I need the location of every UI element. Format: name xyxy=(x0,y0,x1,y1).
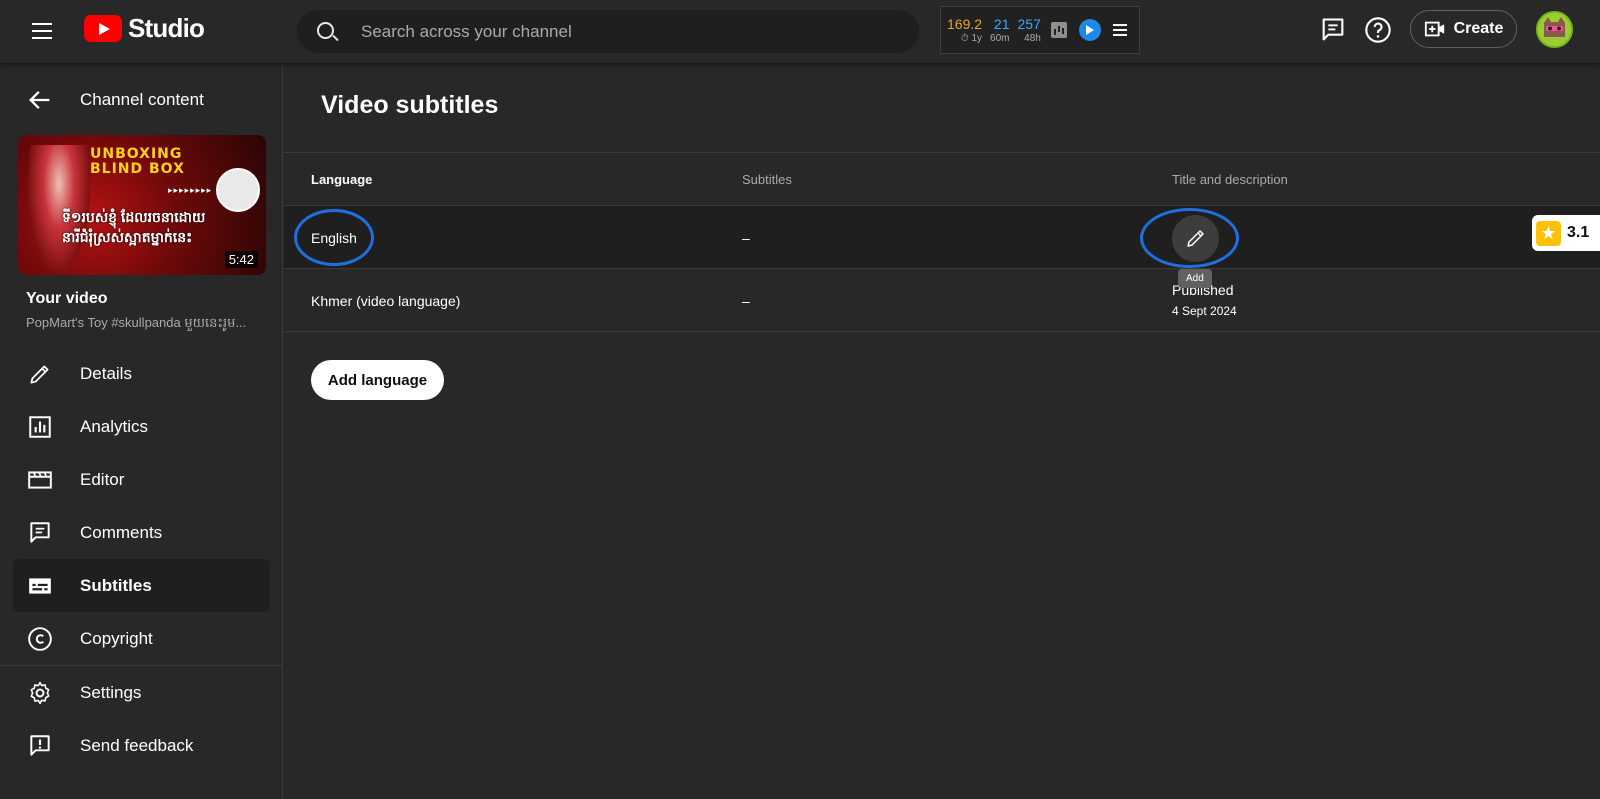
studio-logo[interactable]: Studio xyxy=(84,13,205,44)
row-subtitles-value[interactable]: – xyxy=(742,230,750,246)
sidebar-item-label: Editor xyxy=(80,469,125,489)
sidebar-item-details[interactable]: Details xyxy=(0,347,283,400)
video-thumbnail[interactable]: UNBOXING BLIND BOX ▸▸▸▸▸▸▸▸ ទី១របស់ខ្ញុំ … xyxy=(18,135,266,275)
stats-widget[interactable]: 169.2 ⏱ 1y 21 60m 257 48h xyxy=(940,6,1140,54)
extension-icon[interactable] xyxy=(1078,19,1101,41)
stat-48h: 257 48h xyxy=(1018,16,1041,45)
stat-value: 169.2 xyxy=(947,15,983,32)
create-label: Create xyxy=(1453,20,1504,37)
youtube-play-icon xyxy=(84,15,122,42)
row-subtitles-value[interactable]: – xyxy=(742,293,750,309)
logo-text: Studio xyxy=(128,13,205,43)
create-button[interactable]: Create xyxy=(1410,10,1517,48)
sidebar-item-analytics[interactable]: Analytics xyxy=(0,400,283,453)
add-language-button[interactable]: Add language xyxy=(311,360,444,400)
subtitles-icon xyxy=(29,577,51,594)
sidebar-item-label: Settings xyxy=(80,682,142,702)
search-input[interactable] xyxy=(361,21,881,42)
stat-label: 60m xyxy=(990,32,1010,44)
table-row[interactable]: Khmer (video language) – Published 4 Sep… xyxy=(284,269,1600,332)
add-title-description-button[interactable] xyxy=(1172,215,1219,262)
sidebar-item-label: Analytics xyxy=(80,416,149,436)
thumbnail-arrows: ▸▸▸▸▸▸▸▸ xyxy=(168,185,213,195)
create-video-icon xyxy=(1424,21,1444,37)
search-bar xyxy=(297,10,919,53)
sidebar-item-label: Copyright xyxy=(80,628,153,648)
back-to-channel-content[interactable]: Channel content xyxy=(0,76,283,124)
pencil-icon xyxy=(30,365,49,384)
sidebar-item-copyright[interactable]: Copyright xyxy=(0,612,283,665)
add-tooltip: Add xyxy=(1178,269,1212,288)
back-arrow-icon xyxy=(29,91,50,109)
thumbnail-avatar xyxy=(216,168,260,212)
sidebar-item-comments[interactable]: Comments xyxy=(0,506,283,559)
sidebar-item-label: Subtitles xyxy=(80,575,152,595)
stat-60m: 21 60m xyxy=(990,16,1009,45)
rating-badge[interactable]: ★ 3.1 xyxy=(1532,215,1600,251)
stat-label: 48h xyxy=(1024,32,1041,44)
subtitles-table: Language Subtitles Title and description… xyxy=(284,152,1600,332)
sidebar: Channel content UNBOXING BLIND BOX ▸▸▸▸▸▸… xyxy=(0,64,283,799)
comments-icon xyxy=(30,521,50,543)
stat-value: 257 xyxy=(1017,15,1041,32)
sidebar-item-label: Send feedback xyxy=(80,735,194,755)
thumbnail-title: UNBOXING BLIND BOX xyxy=(90,146,185,177)
help-icon[interactable] xyxy=(1364,16,1392,44)
row-date: 4 Sept 2024 xyxy=(1172,304,1237,318)
sidebar-item-subtitles[interactable]: Subtitles xyxy=(13,559,270,612)
sidebar-item-label: Details xyxy=(80,363,132,383)
rating-score: 3.1 xyxy=(1567,224,1590,241)
table-header: Language Subtitles Title and description xyxy=(284,152,1600,206)
back-label: Channel content xyxy=(80,90,204,109)
pencil-icon xyxy=(1187,230,1204,247)
bar-chart-icon[interactable] xyxy=(1050,22,1067,38)
copyright-icon xyxy=(28,626,52,651)
menu-icon[interactable] xyxy=(28,19,56,45)
avatar-image xyxy=(1544,17,1565,37)
gear-icon xyxy=(30,681,50,704)
stat-label: ⏱ 1y xyxy=(960,32,983,44)
stat-value: 21 xyxy=(993,15,1010,32)
thumbnail-khmer-text: ទី១របស់ខ្ញុំ ដែលរចនាដោយ នារីជំរុំស្រស់ស្អ… xyxy=(62,209,206,245)
row-language: English xyxy=(311,230,357,246)
column-header-title-description: Title and description xyxy=(1172,172,1288,187)
avatar[interactable] xyxy=(1536,11,1573,48)
stat-1y: 169.2 ⏱ 1y xyxy=(947,16,982,45)
video-duration: 5:42 xyxy=(224,251,258,268)
table-row[interactable]: English – Add xyxy=(284,206,1600,288)
sidebar-nav: Details Analytics Editor Comments Subtit… xyxy=(0,347,283,772)
column-header-language: Language xyxy=(311,172,373,187)
video-title: PopMart's Toy #skullpanda មួយនេះរូម... xyxy=(26,315,247,330)
column-header-subtitles: Subtitles xyxy=(742,172,792,187)
your-video-label: Your video xyxy=(26,290,108,307)
star-icon: ★ xyxy=(1536,220,1561,246)
extension-menu-icon[interactable] xyxy=(1112,21,1127,39)
sidebar-item-send-feedback[interactable]: Send feedback xyxy=(0,719,283,772)
messages-icon[interactable] xyxy=(1319,16,1347,44)
editor-icon xyxy=(28,470,52,489)
feedback-icon xyxy=(30,734,50,756)
sidebar-item-label: Comments xyxy=(80,522,163,542)
top-bar: Studio 169.2 ⏱ 1y 21 60m 257 48h xyxy=(0,0,1600,64)
search-icon[interactable] xyxy=(313,10,357,53)
sidebar-item-editor[interactable]: Editor xyxy=(0,453,283,506)
analytics-icon xyxy=(29,415,51,438)
sidebar-item-settings[interactable]: Settings xyxy=(0,666,283,719)
main-content: Video subtitles Language Subtitles Title… xyxy=(284,64,1600,799)
row-language: Khmer (video language) xyxy=(311,293,461,309)
page-title: Video subtitles xyxy=(321,91,499,119)
